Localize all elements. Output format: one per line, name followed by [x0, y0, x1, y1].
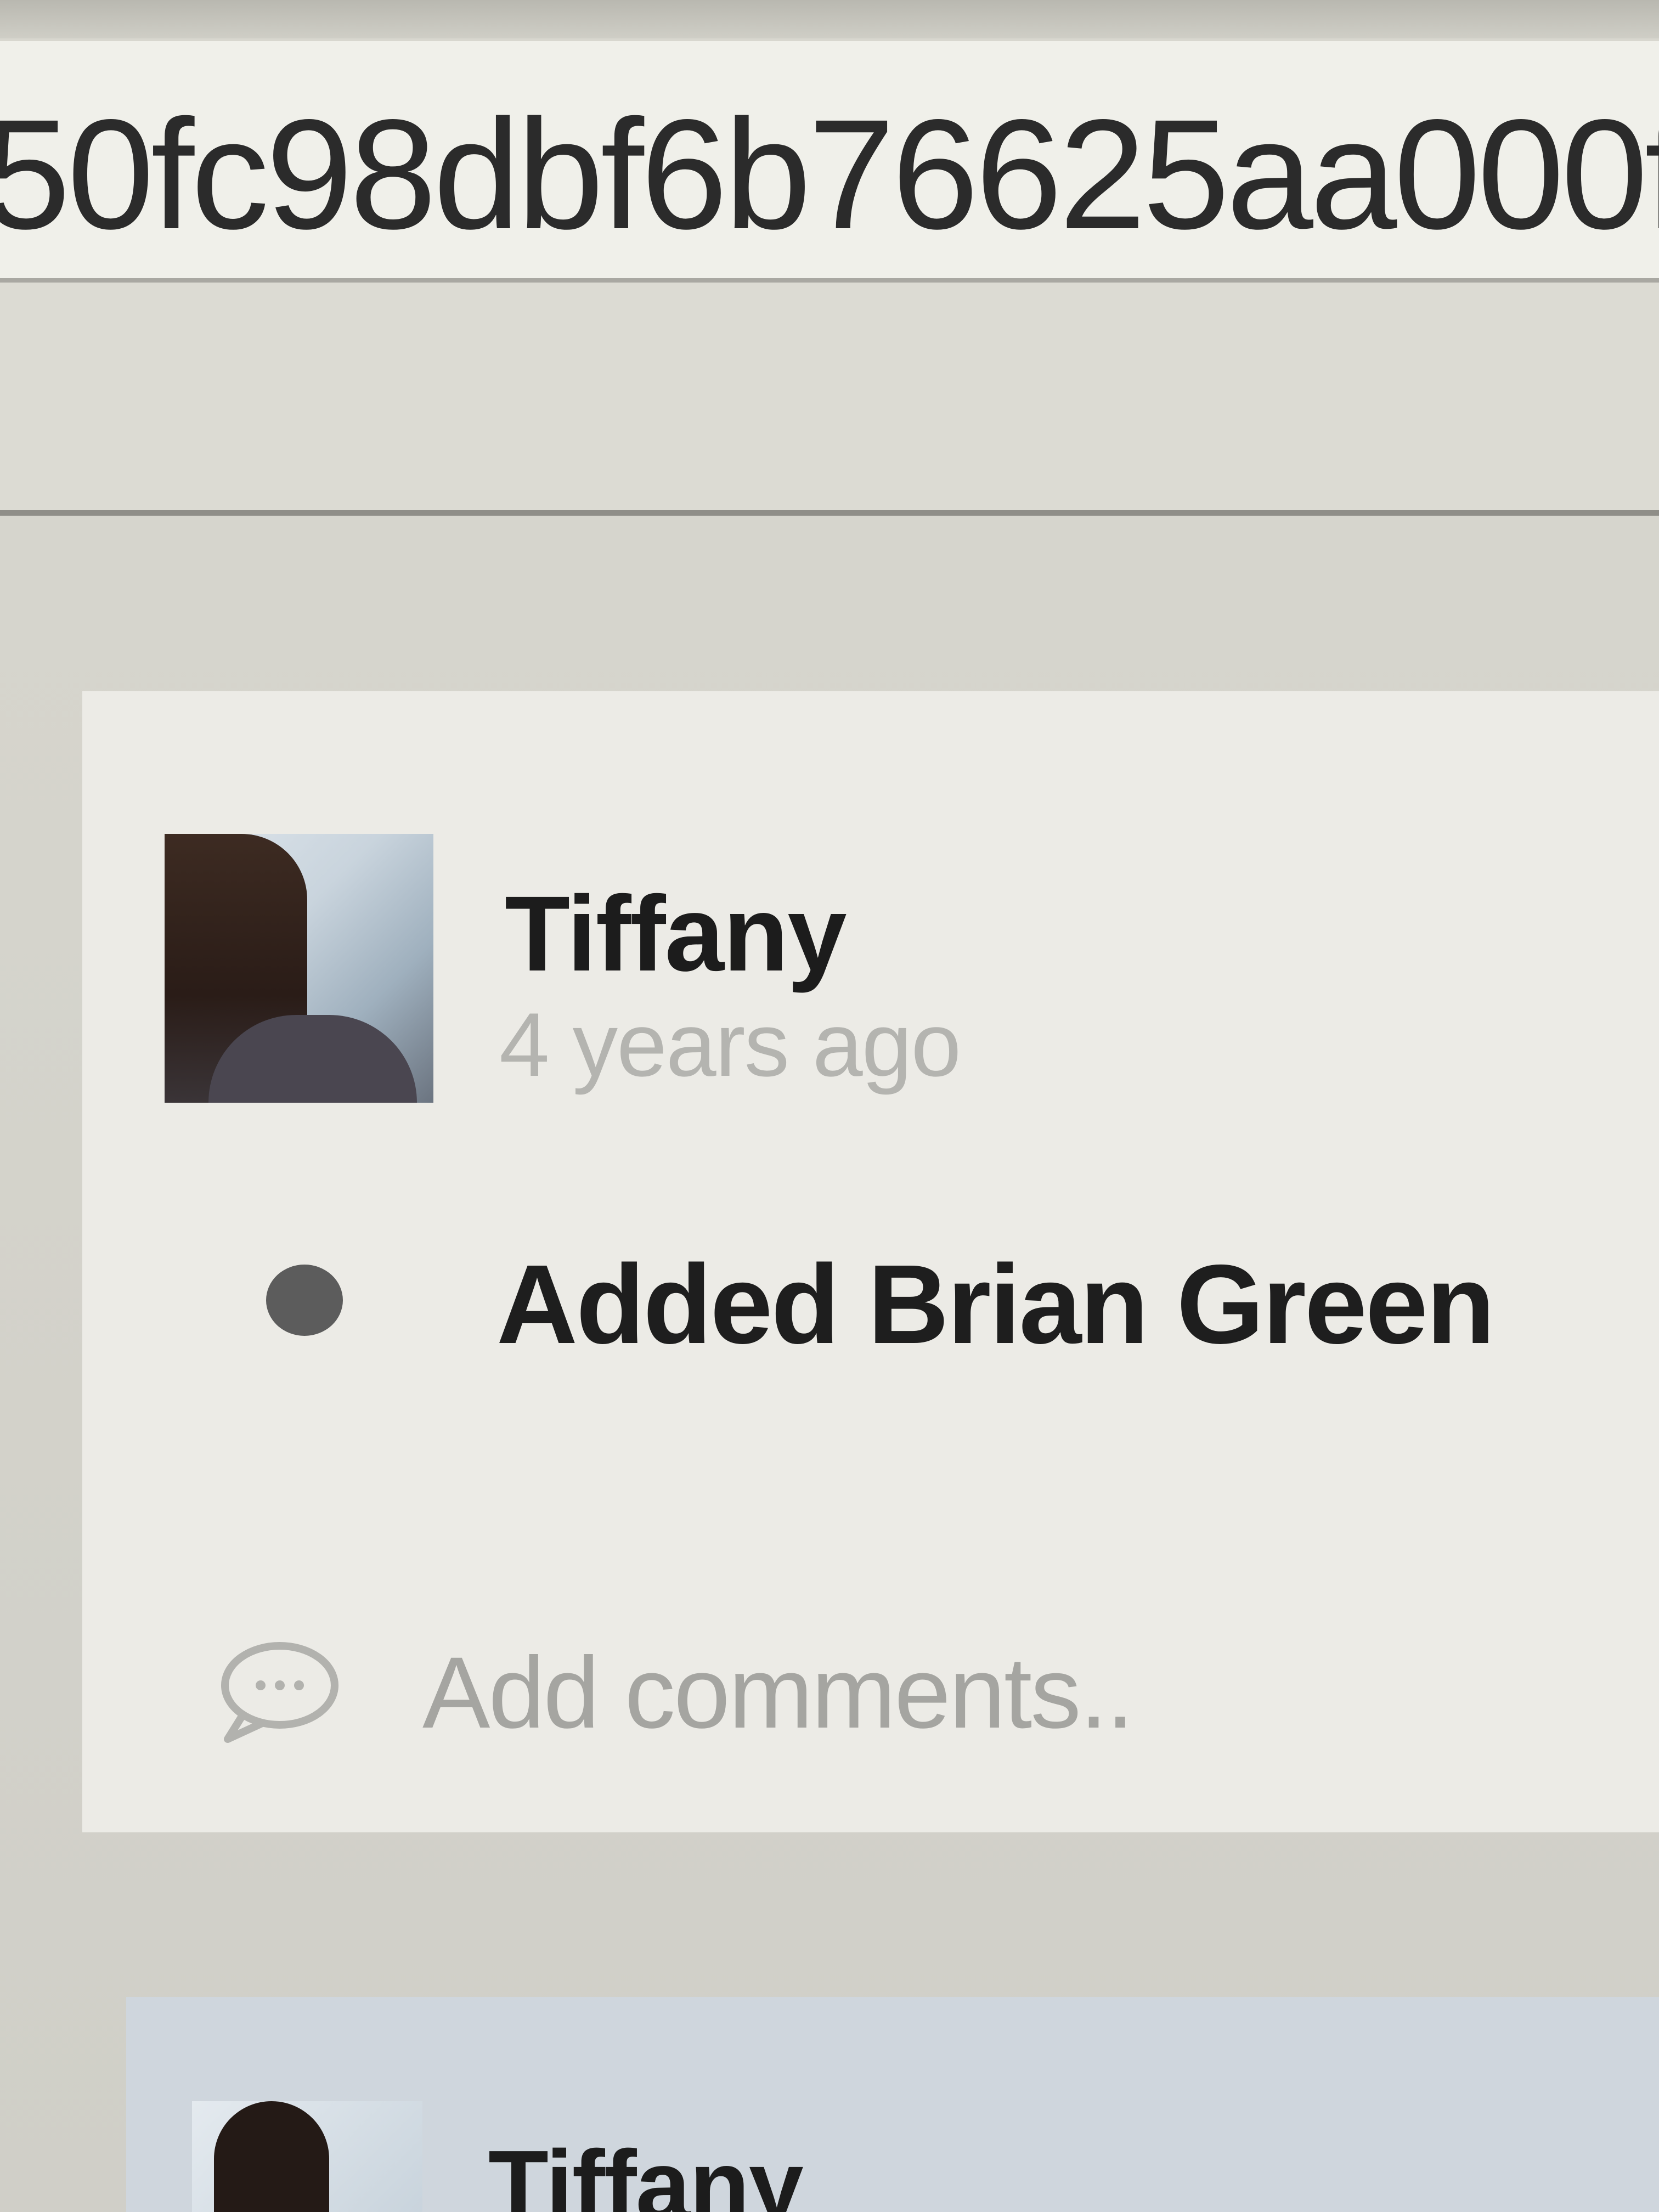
section-divider [0, 510, 1659, 516]
activity-card-2: Tiffany [126, 1997, 1659, 2212]
avatar-2-photo-hair [214, 2101, 329, 2212]
user-name-2[interactable]: Tiffany [488, 2129, 804, 2212]
avatar[interactable] [165, 834, 433, 1103]
avatar-2[interactable] [192, 2101, 422, 2212]
bullet-dot-icon [266, 1265, 343, 1336]
page: 50fc98dbf6b76625aa000f6b Tiffany 4 years… [0, 0, 1659, 2212]
record-id-bar: 50fc98dbf6b76625aa000f6b [0, 41, 1659, 283]
activity-card: Tiffany 4 years ago Added Brian Green Ad… [82, 691, 1659, 1832]
window-top-border [0, 0, 1659, 38]
record-id-text: 50fc98dbf6b76625aa000f6b [0, 87, 1659, 262]
timestamp: 4 years ago [499, 994, 961, 1095]
user-name[interactable]: Tiffany [505, 872, 847, 995]
header-spacer [0, 283, 1659, 513]
comment-bubble-icon[interactable] [211, 1635, 343, 1745]
activity-text: Added Brian Green [496, 1242, 1495, 1367]
add-comment-input[interactable]: Add comments.. [422, 1635, 1135, 1751]
